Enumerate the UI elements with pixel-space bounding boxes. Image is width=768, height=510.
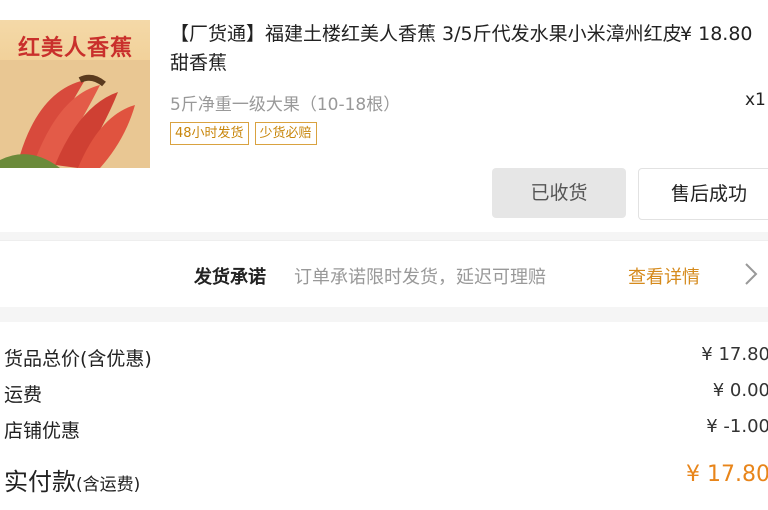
summary-key: 运费 — [4, 384, 43, 406]
order-item-card: 红美人香蕉 【厂货通】福建土楼红美人香蕉 3/5斤代发水果小米漳州红皮甜香蕉 ¥… — [0, 0, 768, 232]
view-details-link[interactable]: 查看详情 — [628, 263, 700, 289]
tag-48h-shipping: 48小时发货 — [170, 122, 249, 145]
received-button[interactable]: 已收货 — [492, 168, 626, 218]
promise-label: 发货承诺 — [194, 267, 266, 288]
product-image[interactable]: 红美人香蕉 — [0, 20, 150, 168]
product-image-caption: 红美人香蕉 — [18, 36, 134, 61]
product-spec: 5斤净重一级大果（10-18根） — [170, 95, 401, 115]
summary-value: ¥ -1.00 — [706, 416, 768, 437]
banana-illustration — [0, 60, 150, 168]
summary-row-total-paid: 实付款(含运费) ¥ 17.80 — [0, 462, 768, 496]
total-key: 实付款 — [4, 468, 76, 496]
promise-desc: 订单承诺限时发货，延迟可理赔 — [294, 267, 546, 288]
total-key-suffix: (含运费) — [76, 475, 141, 495]
summary-row-goods-total: 货品总价(含优惠) ¥ 17.80 — [0, 344, 768, 378]
chevron-right-icon — [745, 263, 758, 285]
summary-value: ¥ 17.80 — [701, 344, 768, 365]
product-price: ¥ 18.80 — [680, 23, 753, 45]
summary-value: ¥ 0.00 — [712, 380, 768, 401]
summary-row-shipping: 运费 ¥ 0.00 — [0, 380, 768, 414]
after-sale-button[interactable]: 售后成功 — [638, 168, 768, 220]
order-summary: 货品总价(含优惠) ¥ 17.80 运费 ¥ 0.00 店铺优惠 ¥ -1.00… — [0, 322, 768, 510]
tag-compensation: 少货必赔 — [254, 122, 317, 145]
summary-row-store-discount: 店铺优惠 ¥ -1.00 — [0, 416, 768, 450]
product-quantity: x1 — [745, 90, 766, 110]
summary-key: 货品总价(含优惠) — [4, 348, 152, 370]
total-label: 实付款(含运费) — [4, 462, 140, 497]
total-value: ¥ 17.80 — [686, 462, 768, 487]
summary-key: 店铺优惠 — [4, 420, 81, 442]
shipping-promise-bar[interactable]: 发货承诺 订单承诺限时发货，延迟可理赔 查看详情 — [0, 240, 768, 307]
service-tags: 48小时发货 少货必赔 — [170, 122, 317, 145]
product-title[interactable]: 【厂货通】福建土楼红美人香蕉 3/5斤代发水果小米漳州红皮甜香蕉 — [170, 20, 690, 78]
